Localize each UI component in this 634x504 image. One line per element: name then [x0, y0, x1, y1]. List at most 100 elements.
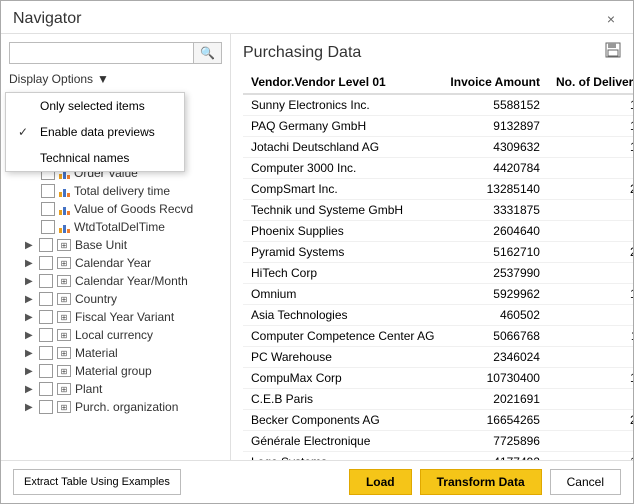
table-cell: 52: [548, 347, 633, 368]
table-cell: Computer 3000 Inc.: [243, 158, 442, 179]
local-currency-checkbox[interactable]: [39, 328, 53, 342]
country-checkbox[interactable]: [39, 292, 53, 306]
tree-item-local-currency[interactable]: ▶ ⊞ Local currency: [7, 326, 224, 344]
table-cell: PAQ Germany GmbH: [243, 116, 442, 137]
item-label: Calendar Year/Month: [75, 274, 188, 288]
table-cell: 66: [548, 389, 633, 410]
tree-item-calendar-year-month[interactable]: ▶ ⊞ Calendar Year/Month: [7, 272, 224, 290]
display-options-row: Display Options ▼ Only selected items ✓ …: [5, 70, 226, 88]
col-header-deliveries: No. of Deliveries: [548, 71, 633, 94]
table-cell: 13285140: [442, 179, 548, 200]
table-cell: 3331875: [442, 200, 548, 221]
menu-item-only-selected[interactable]: Only selected items: [6, 93, 184, 119]
dialog-title: Navigator: [13, 10, 81, 28]
table-row: HiTech Corp253799041: [243, 263, 633, 284]
tree-item-wtd-total[interactable]: WtdTotalDelTime: [7, 218, 224, 236]
material-group-checkbox[interactable]: [39, 364, 53, 378]
data-table-wrapper: Vendor.Vendor Level 01 Invoice Amount No…: [231, 71, 633, 460]
material-checkbox[interactable]: [39, 346, 53, 360]
table-cell: Omnium: [243, 284, 442, 305]
table-row: Computer Competence Center AG5066768116: [243, 326, 633, 347]
item-label: Value of Goods Recvd: [74, 202, 193, 216]
table-icon: ⊞: [57, 365, 71, 377]
tree-item-base-unit[interactable]: ▶ ⊞ Base Unit: [7, 236, 224, 254]
table-header-row: Vendor.Vendor Level 01 Invoice Amount No…: [243, 71, 633, 94]
table-cell: 205: [548, 242, 633, 263]
table-cell: 90: [548, 158, 633, 179]
table-cell: 83: [548, 221, 633, 242]
display-options-button[interactable]: Display Options ▼: [9, 70, 109, 88]
item-label: Local currency: [75, 328, 153, 342]
save-icon-button[interactable]: [605, 42, 621, 63]
table-cell: 4177492: [442, 452, 548, 461]
table-cell: 41: [548, 263, 633, 284]
expand-icon: ▶: [25, 366, 39, 377]
table-cell: 184: [548, 94, 633, 116]
search-row: 🔍: [5, 42, 226, 64]
table-cell: 2537990: [442, 263, 548, 284]
expand-icon: ▶: [25, 402, 39, 413]
transform-data-button[interactable]: Transform Data: [420, 469, 542, 495]
tree-item-value-goods[interactable]: Value of Goods Recvd: [7, 200, 224, 218]
fiscal-year-checkbox[interactable]: [39, 310, 53, 324]
value-goods-checkbox[interactable]: [41, 202, 55, 216]
table-cell: 9132897: [442, 116, 548, 137]
table-cell: 16654265: [442, 410, 548, 431]
table-row: Générale Electronique772589663: [243, 431, 633, 452]
expand-icon: ▶: [25, 384, 39, 395]
table-cell: Sunny Electronics Inc.: [243, 94, 442, 116]
bar-icon-wtd: [59, 221, 70, 233]
col-header-vendor: Vendor.Vendor Level 01: [243, 71, 442, 94]
search-input[interactable]: [9, 42, 194, 64]
table-cell: Asia Technologies: [243, 305, 442, 326]
close-button[interactable]: ×: [601, 9, 621, 29]
tree-item-fiscal-year[interactable]: ▶ ⊞ Fiscal Year Variant: [7, 308, 224, 326]
calendar-year-month-checkbox[interactable]: [39, 274, 53, 288]
load-button[interactable]: Load: [349, 469, 412, 495]
table-cell: 5929962: [442, 284, 548, 305]
table-row: Asia Technologies4605029: [243, 305, 633, 326]
table-cell: 255: [548, 410, 633, 431]
table-cell: 128: [548, 452, 633, 461]
base-unit-checkbox[interactable]: [39, 238, 53, 252]
table-row: C.E.B Paris202169166: [243, 389, 633, 410]
table-cell: 5588152: [442, 94, 548, 116]
menu-item-label: Enable data previews: [40, 125, 155, 139]
table-cell: Computer Competence Center AG: [243, 326, 442, 347]
item-label: Plant: [75, 382, 102, 396]
tree-item-purch-org[interactable]: ▶ ⊞ Purch. organization: [7, 398, 224, 416]
tree-item-material[interactable]: ▶ ⊞ Material: [7, 344, 224, 362]
tree-item-calendar-year[interactable]: ▶ ⊞ Calendar Year: [7, 254, 224, 272]
table-cell: CompuMax Corp: [243, 368, 442, 389]
plant-checkbox[interactable]: [39, 382, 53, 396]
table-row: PAQ Germany GmbH9132897189: [243, 116, 633, 137]
table-icon: ⊞: [57, 347, 71, 359]
total-delivery-checkbox[interactable]: [41, 184, 55, 198]
left-panel: 🔍 Display Options ▼ Only selected items …: [1, 34, 231, 460]
menu-item-enable-previews[interactable]: ✓ Enable data previews: [6, 119, 184, 145]
tree-item-plant[interactable]: ▶ ⊞ Plant: [7, 380, 224, 398]
bar-icon-total-delivery: [59, 185, 70, 197]
table-cell: 164: [548, 368, 633, 389]
table-icon: ⊞: [57, 401, 71, 413]
display-options-menu: Only selected items ✓ Enable data previe…: [5, 92, 185, 172]
menu-item-technical-names[interactable]: Technical names: [6, 145, 184, 171]
menu-item-label: Technical names: [40, 151, 129, 165]
calendar-year-checkbox[interactable]: [39, 256, 53, 270]
tree-item-material-group[interactable]: ▶ ⊞ Material group: [7, 362, 224, 380]
table-cell: Logo Systems: [243, 452, 442, 461]
extract-table-button[interactable]: Extract Table Using Examples: [13, 469, 181, 495]
col-header-invoice: Invoice Amount: [442, 71, 548, 94]
tree-item-country[interactable]: ▶ ⊞ Country: [7, 290, 224, 308]
tree-item-total-delivery[interactable]: Total delivery time: [7, 182, 224, 200]
wtd-checkbox[interactable]: [41, 220, 55, 234]
expand-icon: ▶: [25, 276, 39, 287]
right-panel-title: Purchasing Data: [243, 44, 361, 62]
cancel-button[interactable]: Cancel: [550, 469, 621, 495]
table-row: PC Warehouse234602452: [243, 347, 633, 368]
table-cell: 4309632: [442, 137, 548, 158]
table-cell: 2604640: [442, 221, 548, 242]
search-button[interactable]: 🔍: [194, 42, 222, 64]
purch-org-checkbox[interactable]: [39, 400, 53, 414]
table-cell: C.E.B Paris: [243, 389, 442, 410]
